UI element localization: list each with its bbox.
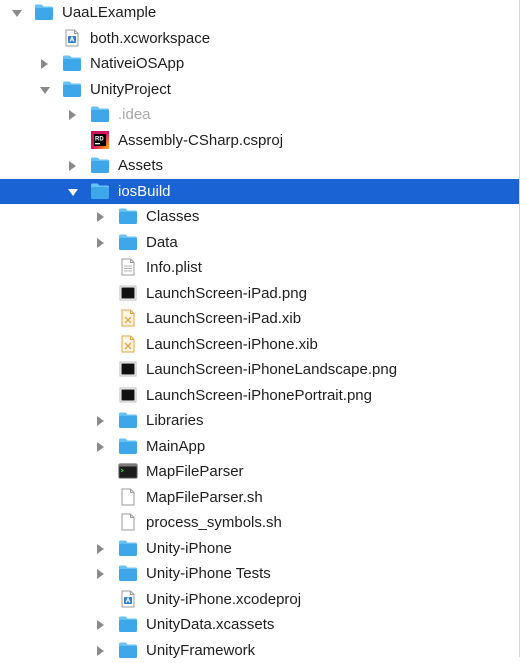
tree-row[interactable]: iosBuild <box>0 178 519 204</box>
blank-file-icon <box>118 513 138 531</box>
tree-row[interactable]: Info.plist <box>0 255 519 280</box>
tree-row[interactable]: process_symbols.sh <box>0 510 519 535</box>
tree-row-label: LaunchScreen-iPhonePortrait.png <box>146 386 372 404</box>
image-file-icon <box>118 284 138 302</box>
disclosure-collapsed-icon[interactable] <box>97 441 104 452</box>
disclosure-collapsed-icon[interactable] <box>41 59 48 69</box>
tree-row-label: Info.plist <box>146 259 202 276</box>
tree-row[interactable]: MainApp <box>0 434 519 459</box>
tree-row-label: LaunchScreen-iPhone.xib <box>146 335 318 353</box>
disclosure-collapsed-icon[interactable] <box>97 543 104 554</box>
tree-row-label: Unity-iPhone.xcodeproj <box>146 590 302 608</box>
tree-row[interactable]: MapFileParser.sh <box>0 485 519 510</box>
tree-row-label: UnityProject <box>90 80 171 98</box>
tree-row-label: UaaLExample <box>62 4 157 21</box>
folder-icon <box>62 54 82 72</box>
disclosure-collapsed-icon[interactable] <box>97 212 104 222</box>
tree-row[interactable]: NativeiOSApp <box>0 51 519 76</box>
xib-file-icon <box>118 335 138 353</box>
tree-row[interactable]: Unity-iPhone <box>0 536 519 561</box>
folder-icon <box>34 3 54 21</box>
tree-row-label: MainApp <box>146 437 206 455</box>
tree-row[interactable]: LaunchScreen-iPhonePortrait.png <box>0 383 519 408</box>
image-file-icon <box>118 386 138 404</box>
tree-row-label: LaunchScreen-iPad.png <box>146 284 307 302</box>
disclosure-collapsed-icon[interactable] <box>97 237 104 248</box>
disclosure-collapsed-icon[interactable] <box>97 569 104 579</box>
tree-row-label: Unity-iPhone Tests <box>146 565 271 582</box>
tree-row-label: process_symbols.sh <box>146 514 282 531</box>
tree-row-label: NativeiOSApp <box>90 55 185 72</box>
disclosure-expanded-icon[interactable] <box>68 188 78 196</box>
folder-icon <box>118 437 138 455</box>
folder-icon <box>90 156 110 174</box>
tree-row[interactable]: UnityProject <box>0 77 519 102</box>
plist-file-icon <box>118 258 138 276</box>
tree-row[interactable]: Data <box>0 230 519 255</box>
tree-row[interactable]: LaunchScreen-iPhone.xib <box>0 332 519 357</box>
tree-row[interactable]: Unity-iPhone Tests <box>0 561 519 586</box>
folder-icon <box>118 641 138 659</box>
tree-row-label: UnityFramework <box>146 641 256 659</box>
disclosure-expanded-icon[interactable] <box>40 86 50 94</box>
xcode-file-icon <box>118 590 138 608</box>
folder-icon <box>118 207 138 225</box>
disclosure-collapsed-icon[interactable] <box>69 161 76 171</box>
folder-icon <box>118 615 138 633</box>
folder-icon <box>118 539 138 557</box>
terminal-file-icon <box>118 462 138 480</box>
tree-row[interactable]: LaunchScreen-iPad.png <box>0 281 519 306</box>
tree-row[interactable]: .idea <box>0 102 519 127</box>
folder-icon <box>118 564 138 582</box>
folder-icon <box>118 411 138 429</box>
xcode-file-icon <box>62 29 82 47</box>
tree-row-label: Unity-iPhone <box>146 539 232 557</box>
folder-icon <box>62 80 82 98</box>
tree-row-label: MapFileParser.sh <box>146 488 263 506</box>
tree-row-label: Libraries <box>146 412 204 429</box>
disclosure-collapsed-icon[interactable] <box>69 110 76 120</box>
tree-row-label: Assets <box>118 157 164 174</box>
tree-row-label: LaunchScreen-iPad.xib <box>146 310 302 327</box>
tree-row-label: both.xcworkspace <box>90 29 211 47</box>
file-tree: UaaLExample both.xcworkspace NativeiOSAp… <box>0 0 520 659</box>
disclosure-collapsed-icon[interactable] <box>97 620 104 630</box>
tree-row[interactable]: UaaLExample <box>0 0 519 25</box>
tree-row-label: Assembly-CSharp.csproj <box>118 131 284 149</box>
tree-row[interactable]: RD Assembly-CSharp.csproj <box>0 128 519 153</box>
tree-row-label: Data <box>146 233 178 251</box>
tree-row-label: LaunchScreen-iPhoneLandscape.png <box>146 361 398 378</box>
tree-row[interactable]: Unity-iPhone.xcodeproj <box>0 587 519 612</box>
folder-icon <box>118 233 138 251</box>
tree-row[interactable]: UnityData.xcassets <box>0 612 519 637</box>
tree-row[interactable]: UnityFramework <box>0 638 519 663</box>
disclosure-collapsed-icon[interactable] <box>97 416 104 426</box>
rider-file-icon: RD <box>90 130 110 149</box>
disclosure-collapsed-icon[interactable] <box>97 645 104 656</box>
tree-row[interactable]: MapFileParser <box>0 459 519 484</box>
svg-text:RD: RD <box>95 136 104 142</box>
disclosure-expanded-icon[interactable] <box>12 10 22 17</box>
folder-icon <box>90 105 110 123</box>
tree-row-label: UnityData.xcassets <box>146 616 275 633</box>
tree-row[interactable]: both.xcworkspace <box>0 26 519 51</box>
tree-row[interactable]: Classes <box>0 204 519 229</box>
folder-icon <box>90 182 110 200</box>
tree-row[interactable]: Libraries <box>0 408 519 433</box>
tree-row[interactable]: LaunchScreen-iPad.xib <box>0 306 519 331</box>
xib-file-icon <box>118 309 138 327</box>
tree-row-label: iosBuild <box>118 182 171 200</box>
image-file-icon <box>118 360 138 378</box>
blank-file-icon <box>118 488 138 506</box>
tree-row[interactable]: LaunchScreen-iPhoneLandscape.png <box>0 357 519 382</box>
tree-row-label: MapFileParser <box>146 463 244 480</box>
tree-row-label: .idea <box>118 106 151 123</box>
tree-row-label: Classes <box>146 208 200 225</box>
tree-row[interactable]: Assets <box>0 153 519 178</box>
